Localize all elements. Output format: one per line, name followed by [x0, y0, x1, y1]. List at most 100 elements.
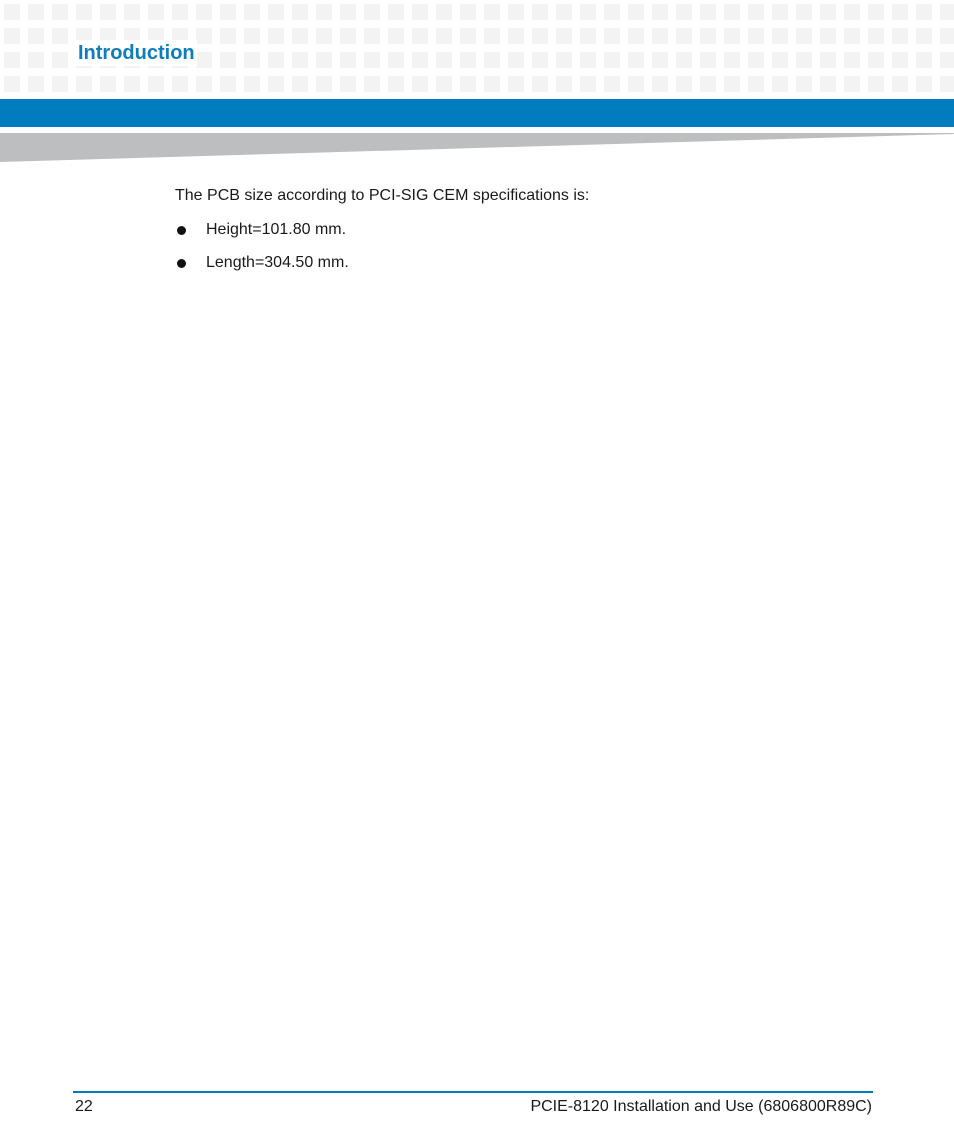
main-content: The PCB size according to PCI-SIG CEM sp…: [175, 184, 589, 284]
grid-square: [4, 28, 20, 44]
grid-square: [508, 52, 524, 68]
list-item-text: Length=304.50 mm.: [206, 254, 349, 271]
grid-square: [724, 76, 740, 92]
grid-square: [892, 4, 908, 20]
grid-square: [676, 28, 692, 44]
grid-square: [604, 76, 620, 92]
grid-square: [700, 52, 716, 68]
grid-square: [484, 52, 500, 68]
grid-square: [772, 76, 788, 92]
grid-square: [292, 4, 308, 20]
grid-square: [748, 4, 764, 20]
list-item-text: Height=101.80 mm.: [206, 221, 347, 238]
bullet-dot-icon: [177, 226, 186, 235]
grid-square: [28, 4, 44, 20]
grid-square: [820, 28, 836, 44]
grid-square: [52, 28, 68, 44]
grid-square: [220, 28, 236, 44]
grid-square: [460, 76, 476, 92]
grid-square: [652, 76, 668, 92]
grid-square: [316, 28, 332, 44]
grid-square: [28, 28, 44, 44]
grid-square: [796, 52, 812, 68]
grid-square: [28, 76, 44, 92]
grid-square: [868, 76, 884, 92]
grid-square: [940, 28, 954, 44]
grid-square: [844, 52, 860, 68]
grid-square: [220, 76, 236, 92]
grid-square: [580, 52, 596, 68]
list-item: Height=101.80 mm.: [175, 218, 589, 242]
grid-square: [436, 28, 452, 44]
grid-square: [124, 4, 140, 20]
grid-square: [748, 28, 764, 44]
grid-square: [76, 4, 92, 20]
grid-square: [52, 4, 68, 20]
grid-square: [244, 4, 260, 20]
grid-square: [148, 76, 164, 92]
grid-square: [604, 4, 620, 20]
grid-square: [268, 4, 284, 20]
grid-square: [76, 76, 92, 92]
grid-square: [268, 28, 284, 44]
grid-square: [196, 4, 212, 20]
grid-square: [412, 4, 428, 20]
grid-square: [172, 76, 188, 92]
grid-square: [532, 28, 548, 44]
grid-square: [100, 4, 116, 20]
grid-square: [412, 52, 428, 68]
list-item: Length=304.50 mm.: [175, 251, 589, 275]
grid-square: [364, 28, 380, 44]
grid-square: [220, 4, 236, 20]
grid-square: [772, 4, 788, 20]
grid-square: [4, 52, 20, 68]
grid-square: [316, 76, 332, 92]
dimension-list: Height=101.80 mm. Length=304.50 mm.: [175, 218, 589, 275]
intro-paragraph: The PCB size according to PCI-SIG CEM sp…: [175, 187, 590, 204]
grid-square: [100, 76, 116, 92]
grid-square: [4, 4, 20, 20]
grid-square: [892, 28, 908, 44]
grid-square: [748, 76, 764, 92]
grid-square: [604, 28, 620, 44]
bullet-dot-icon: [177, 259, 186, 268]
grid-square: [508, 76, 524, 92]
grid-square: [340, 52, 356, 68]
grid-square: [724, 52, 740, 68]
grid-square: [316, 4, 332, 20]
grid-square: [700, 4, 716, 20]
grid-square: [532, 52, 548, 68]
grid-square: [340, 4, 356, 20]
grid-square: [652, 28, 668, 44]
grid-square: [628, 76, 644, 92]
grid-square: [508, 4, 524, 20]
grid-square: [292, 28, 308, 44]
grid-square: [292, 52, 308, 68]
grid-square: [340, 28, 356, 44]
grid-square: [628, 28, 644, 44]
grid-square: [580, 4, 596, 20]
grid-square: [148, 4, 164, 20]
grid-square: [580, 28, 596, 44]
grid-square: [220, 52, 236, 68]
grid-square: [796, 4, 812, 20]
grid-square: [700, 76, 716, 92]
grid-square: [652, 4, 668, 20]
grid-square: [436, 4, 452, 20]
grid-square: [844, 28, 860, 44]
grid-square: [52, 76, 68, 92]
grid-square: [172, 4, 188, 20]
grid-square: [844, 4, 860, 20]
grid-square: [388, 4, 404, 20]
grid-square: [820, 52, 836, 68]
grid-square: [364, 4, 380, 20]
grid-square: [364, 76, 380, 92]
grid-square: [4, 76, 20, 92]
grid-square: [268, 52, 284, 68]
grid-square: [532, 76, 548, 92]
header-gray-wedge: [0, 133, 954, 162]
grid-square: [484, 28, 500, 44]
grid-square: [916, 4, 932, 20]
grid-square: [292, 76, 308, 92]
grid-square: [868, 52, 884, 68]
